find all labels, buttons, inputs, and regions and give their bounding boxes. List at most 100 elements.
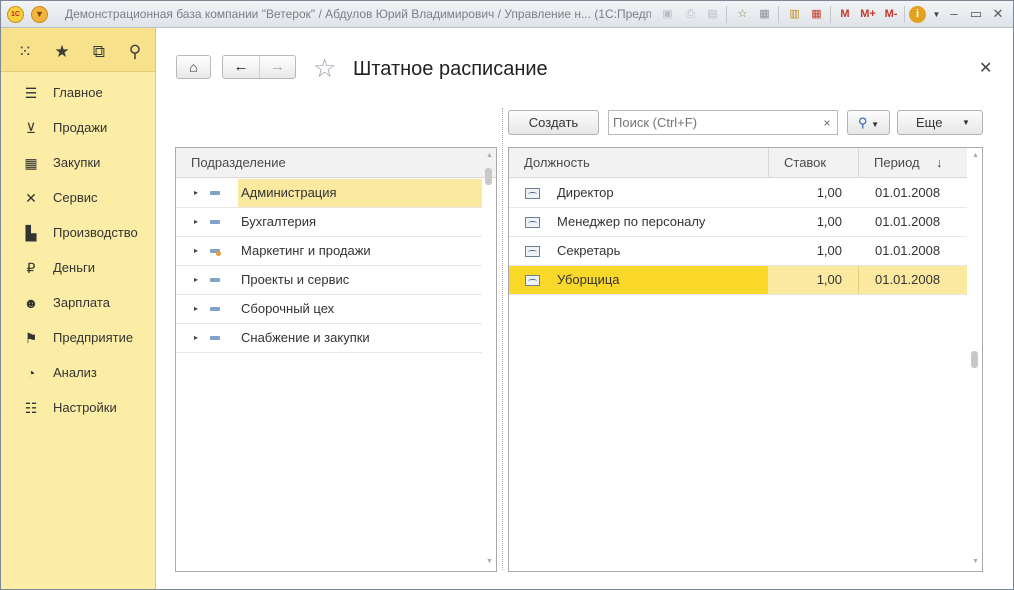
scrollbar-thumb[interactable] bbox=[971, 351, 978, 368]
scroll-up-arrow-icon[interactable]: ▲ bbox=[486, 152, 493, 159]
sidebar-item-production[interactable]: ▙ Производство bbox=[1, 215, 155, 250]
column-header-period[interactable]: Период ↓ bbox=[859, 148, 967, 178]
minimize-button[interactable]: – bbox=[943, 4, 965, 24]
column-header-rates[interactable]: Ставок bbox=[769, 148, 859, 178]
info-icon[interactable]: i bbox=[909, 6, 926, 23]
table-row-selected[interactable]: Уборщица 1,00 01.01.2008 bbox=[509, 266, 967, 295]
expand-arrow-icon[interactable]: ▸ bbox=[194, 179, 198, 207]
maximize-button[interactable]: ▭ bbox=[965, 4, 987, 24]
main-content: ⌂ ← → ☆ Штатное расписание ✕ Создать × ⚲… bbox=[157, 28, 1013, 589]
position-cell: Директор bbox=[557, 185, 614, 200]
table-row[interactable]: Секретарь 1,00 01.01.2008 bbox=[509, 237, 967, 266]
close-form-icon[interactable]: ✕ bbox=[979, 58, 992, 78]
sections-toolbar: ⁙ ★ ⧉ ⚲ bbox=[1, 28, 155, 72]
expand-arrow-icon[interactable]: ▸ bbox=[194, 208, 198, 236]
tools-icon: ✕ bbox=[25, 189, 37, 206]
sidebar-item-settings[interactable]: ☷ Настройки bbox=[1, 390, 155, 425]
sidebar-item-purchases[interactable]: ▦ Закупки bbox=[1, 145, 155, 180]
column-header-position[interactable]: Должность bbox=[509, 148, 769, 178]
sidebar-item-label: Производство bbox=[53, 225, 138, 240]
scroll-down-arrow-icon[interactable]: ▼ bbox=[486, 558, 493, 565]
memory-minus-button[interactable]: M- bbox=[880, 6, 902, 23]
expand-arrow-icon[interactable]: ▸ bbox=[194, 324, 198, 352]
forward-button[interactable]: → bbox=[259, 56, 295, 78]
tree-row[interactable]: ▸ Снабжение и закупки bbox=[176, 324, 482, 353]
position-cell: Секретарь bbox=[557, 243, 621, 258]
create-button[interactable]: Создать bbox=[508, 110, 599, 135]
sidebar-item-label: Предприятие bbox=[53, 330, 134, 345]
main-menu-icon[interactable]: ▼ bbox=[31, 6, 48, 23]
sections-panel: ⁙ ★ ⧉ ⚲ ☰ Главное ⊻ Продажи ▦ Закупки ✕ … bbox=[1, 28, 156, 589]
close-window-button[interactable]: ✕ bbox=[987, 4, 1009, 24]
clear-search-icon[interactable]: × bbox=[817, 114, 837, 132]
cell-divider bbox=[858, 266, 859, 294]
sidebar-item-enterprise[interactable]: ⚑ Предприятие bbox=[1, 320, 155, 355]
sidebar-item-sales[interactable]: ⊻ Продажи bbox=[1, 110, 155, 145]
scroll-down-arrow-icon[interactable]: ▼ bbox=[972, 558, 979, 565]
sidebar-item-service[interactable]: ✕ Сервис bbox=[1, 180, 155, 215]
window-title: Демонстрационная база компании "Ветерок"… bbox=[65, 7, 651, 21]
print-icon[interactable]: ⎙ bbox=[682, 6, 699, 23]
scrollbar-thumb[interactable] bbox=[485, 168, 492, 185]
table-row[interactable]: Директор 1,00 01.01.2008 bbox=[509, 179, 967, 208]
sidebar-item-main[interactable]: ☰ Главное bbox=[1, 75, 155, 110]
positions-header: Должность Ставок Период ↓ bbox=[509, 148, 967, 178]
favorite-star-icon[interactable]: ☆ bbox=[313, 54, 336, 82]
period-cell: 01.01.2008 bbox=[875, 243, 941, 258]
toolbar-separator bbox=[904, 6, 905, 23]
more-button[interactable]: Еще ▼ bbox=[897, 110, 983, 135]
home-icon: ⌂ bbox=[189, 59, 198, 75]
tree-row[interactable]: ▸ Проекты и сервис bbox=[176, 266, 482, 295]
position-cell: Уборщица bbox=[557, 272, 620, 287]
sidebar-item-label: Зарплата bbox=[53, 295, 110, 310]
onec-logo-icon[interactable]: 1С bbox=[7, 6, 24, 23]
sidebar-item-salary[interactable]: ☻ Зарплата bbox=[1, 285, 155, 320]
department-label: Проекты и сервис bbox=[241, 272, 350, 287]
all-functions-grid-icon[interactable]: ⁙ bbox=[14, 41, 36, 63]
expand-arrow-icon[interactable]: ▸ bbox=[194, 295, 198, 323]
back-button[interactable]: ← bbox=[223, 56, 259, 78]
departments-list: Подразделение ▸ Администрация ▸ Бухгалте… bbox=[175, 147, 497, 572]
factory-icon: ▙ bbox=[25, 224, 37, 241]
memory-plus-button[interactable]: M+ bbox=[857, 6, 879, 23]
sidebar-item-analysis[interactable]: ◔ Анализ bbox=[1, 355, 155, 390]
department-marked-icon bbox=[210, 249, 221, 256]
flag-icon: ⚑ bbox=[24, 329, 38, 346]
panel-splitter[interactable] bbox=[502, 108, 503, 570]
preview-icon[interactable]: ▤ bbox=[704, 6, 721, 23]
more-label: Еще bbox=[916, 115, 943, 130]
position-icon bbox=[525, 246, 540, 257]
title-bar: 1С ▼ Демонстрационная база компании "Вет… bbox=[1, 1, 1013, 28]
tree-row[interactable]: ▸ Администрация bbox=[176, 179, 482, 208]
search-options-button[interactable]: ⚲ ▼ bbox=[847, 110, 890, 135]
memory-button[interactable]: M bbox=[835, 6, 855, 23]
chevron-down-icon: ▼ bbox=[871, 120, 880, 129]
position-icon bbox=[525, 217, 540, 228]
search-input[interactable] bbox=[608, 110, 838, 135]
history-icon[interactable]: ⧉ bbox=[88, 41, 110, 63]
people-icon: ☻ bbox=[23, 294, 39, 311]
home-button[interactable]: ⌂ bbox=[176, 55, 211, 79]
table-row[interactable]: Менеджер по персоналу 1,00 01.01.2008 bbox=[509, 208, 967, 237]
save-icon[interactable]: ▣ bbox=[659, 6, 676, 23]
expand-arrow-icon[interactable]: ▸ bbox=[194, 237, 198, 265]
calculator-icon[interactable]: ▥ bbox=[786, 6, 803, 23]
tree-row[interactable]: ▸ Сборочный цех bbox=[176, 295, 482, 324]
tree-row[interactable]: ▸ Маркетинг и продажи bbox=[176, 237, 482, 266]
calendar-icon[interactable]: ▦ bbox=[808, 6, 825, 23]
pie-chart-icon: ◔ bbox=[26, 364, 36, 381]
sidebar-item-money[interactable]: ₽ Деньги bbox=[1, 250, 155, 285]
sidebar-item-label: Анализ bbox=[53, 365, 97, 380]
expand-arrow-icon[interactable]: ▸ bbox=[194, 266, 198, 294]
scroll-up-arrow-icon[interactable]: ▲ bbox=[972, 152, 979, 159]
search-icon[interactable]: ⚲ bbox=[124, 41, 146, 63]
column-header-department[interactable]: Подразделение bbox=[176, 148, 481, 178]
period-cell: 01.01.2008 bbox=[875, 214, 941, 229]
departments-header: Подразделение bbox=[176, 148, 496, 178]
add-to-favorites-icon[interactable]: ☆ bbox=[734, 6, 751, 23]
department-icon bbox=[210, 191, 220, 195]
favorites-list-icon[interactable]: ▦ bbox=[756, 6, 773, 23]
tree-row[interactable]: ▸ Бухгалтерия bbox=[176, 208, 482, 237]
favorites-star-icon[interactable]: ★ bbox=[51, 41, 73, 63]
department-label: Маркетинг и продажи bbox=[241, 243, 371, 258]
